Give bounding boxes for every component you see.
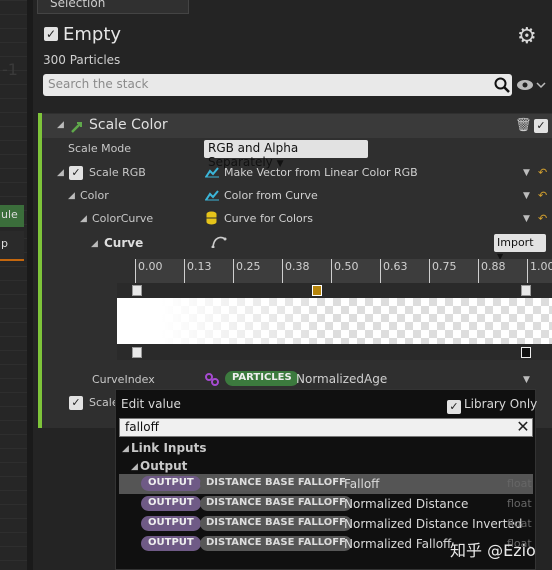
expand-triangle-icon[interactable]: ◢	[91, 239, 98, 249]
ruler-tick-label: 0.63	[380, 259, 408, 283]
color-label: Color	[80, 189, 109, 202]
graph-node-module[interactable]: ule	[0, 205, 24, 227]
category-link-inputs[interactable]: Link Inputs	[131, 441, 206, 455]
reset-arrow-icon[interactable]: ↶	[538, 212, 547, 225]
curve-label: Curve	[104, 236, 144, 250]
import-label: Import	[497, 236, 534, 249]
result-type: float	[507, 497, 532, 510]
collapse-triangle-icon[interactable]: ◢	[131, 462, 138, 472]
result-name: Falloff	[344, 477, 380, 491]
particles-badge: PARTICLES	[225, 371, 299, 386]
dynamic-input-icon	[205, 167, 219, 178]
source-badge: DISTANCE BASE FALLOFF	[200, 496, 352, 511]
expand-triangle-icon[interactable]: ◢	[68, 191, 75, 201]
chevron-down-icon[interactable]: ▼	[523, 375, 530, 385]
scale-rgb-value[interactable]: Make Vector from Linear Color RGB	[224, 166, 418, 179]
chevron-down-icon[interactable]: ▼	[523, 214, 530, 224]
source-badge: DISTANCE BASE FALLOFF	[200, 536, 352, 551]
source-badge: DISTANCE BASE FALLOFF	[200, 476, 352, 491]
color-value[interactable]: Color from Curve	[224, 189, 318, 202]
result-type: float	[507, 477, 532, 490]
watermark: 知乎 @Ezio	[450, 541, 536, 560]
graph-panel-edge	[0, 0, 27, 570]
emitter-enabled-checkbox[interactable]: ✓	[44, 27, 58, 41]
result-name: Normalized Falloff	[344, 537, 452, 551]
tab-selection[interactable]: Selection	[37, 0, 189, 14]
ruler-tick-label: 0.88	[478, 259, 506, 283]
ruler-tick-label: 0.00	[135, 259, 163, 283]
import-button[interactable]: Import ▼	[494, 234, 546, 261]
emitter-title: Empty	[63, 24, 122, 45]
link-icon	[205, 373, 219, 386]
chevron-down-icon[interactable]: ▼	[523, 191, 530, 201]
output-badge: OUTPUT	[141, 536, 201, 551]
color-stop-track[interactable]	[117, 344, 552, 360]
scale-rgb-label: Scale RGB	[89, 166, 146, 179]
result-type: float	[507, 517, 532, 530]
collapse-triangle-icon[interactable]: ◢	[122, 444, 129, 454]
scale-rgb-checkbox[interactable]: ✓	[69, 166, 83, 180]
graph-coordinate-text: -1	[2, 60, 18, 79]
reset-arrow-icon[interactable]: ↶	[538, 189, 547, 202]
alpha-stop-track[interactable]	[117, 283, 552, 298]
output-badge: OUTPUT	[141, 496, 201, 511]
ruler-tick-label: 1.00	[527, 259, 552, 283]
database-icon	[206, 211, 217, 225]
particle-count: 300 Particles	[43, 53, 121, 67]
graph-node-output[interactable]: p	[0, 231, 24, 261]
ruler-tick-label: 0.38	[282, 259, 310, 283]
gear-icon[interactable]: ⚙	[517, 24, 543, 50]
library-only-checkbox[interactable]: ✓	[447, 400, 461, 414]
gradient-stop-handle-selected[interactable]	[312, 285, 322, 296]
ruler-tick-label: 0.50	[331, 259, 359, 283]
trash-icon[interactable]: 🗑	[515, 118, 532, 133]
gradient-fill	[117, 298, 552, 344]
category-output[interactable]: Output	[140, 459, 187, 473]
ruler-tick-label: 0.13	[184, 259, 212, 283]
expand-triangle-icon[interactable]: ◢	[80, 214, 87, 224]
scale-mode-label: Scale Mode	[68, 142, 132, 155]
result-name: Normalized Distance	[344, 497, 469, 511]
source-badge: DISTANCE BASE FALLOFF	[200, 516, 352, 531]
reset-arrow-icon[interactable]: ↶	[538, 166, 547, 179]
ruler-tick-label: 0.75	[429, 259, 457, 283]
result-row[interactable]: OUTPUT DISTANCE BASE FALLOFF Normalized …	[119, 494, 533, 514]
gradient-stop-handle[interactable]	[132, 347, 142, 358]
module-enabled-checkbox[interactable]: ✓	[534, 119, 548, 133]
module-accent-bar	[38, 113, 42, 428]
curveindex-value[interactable]: NormalizedAge	[296, 372, 387, 386]
ruler-tick-label: 0.25	[233, 259, 261, 283]
close-icon[interactable]: ✕	[514, 418, 532, 436]
search-icon[interactable]	[493, 76, 511, 94]
scale-alpha-checkbox[interactable]: ✓	[69, 396, 83, 410]
gradient-stop-handle[interactable]	[132, 285, 142, 296]
dynamic-input-icon	[205, 190, 219, 201]
curve-edit-icon[interactable]	[211, 234, 227, 248]
popup-search-input[interactable]: falloff	[119, 418, 533, 437]
curve-time-ruler[interactable]: 0.00 0.13 0.25 0.38 0.50 0.63 0.75 0.88 1.00	[135, 259, 552, 283]
result-name: Normalized Distance Inverted	[344, 517, 523, 531]
visibility-eye-icon[interactable]	[516, 77, 546, 93]
library-only-toggle[interactable]: ✓ Library Only	[447, 397, 537, 414]
gradient-stop-handle[interactable]	[521, 285, 531, 296]
gradient-stop-handle[interactable]	[521, 347, 531, 358]
scale-color-icon	[71, 122, 82, 133]
collapse-triangle-icon[interactable]: ◢	[57, 120, 64, 130]
result-row[interactable]: OUTPUT DISTANCE BASE FALLOFF Falloff flo…	[119, 474, 533, 494]
popup-title: Edit value	[121, 397, 181, 411]
module-title: Scale Color	[89, 117, 168, 133]
output-badge: OUTPUT	[141, 516, 201, 531]
expand-triangle-icon[interactable]: ◢	[57, 168, 64, 178]
scale-mode-dropdown[interactable]: RGB and Alpha Separately ▼	[204, 140, 368, 169]
result-row[interactable]: OUTPUT DISTANCE BASE FALLOFF Normalized …	[119, 514, 533, 534]
output-badge: OUTPUT	[141, 476, 201, 491]
chevron-down-icon[interactable]: ▼	[523, 168, 530, 178]
library-only-label: Library Only	[464, 397, 538, 411]
curveindex-label: CurveIndex	[92, 373, 155, 386]
colorcurve-value[interactable]: Curve for Colors	[224, 212, 313, 225]
colorcurve-label: ColorCurve	[92, 212, 154, 225]
stack-search-input[interactable]: Search the stack	[43, 74, 512, 96]
